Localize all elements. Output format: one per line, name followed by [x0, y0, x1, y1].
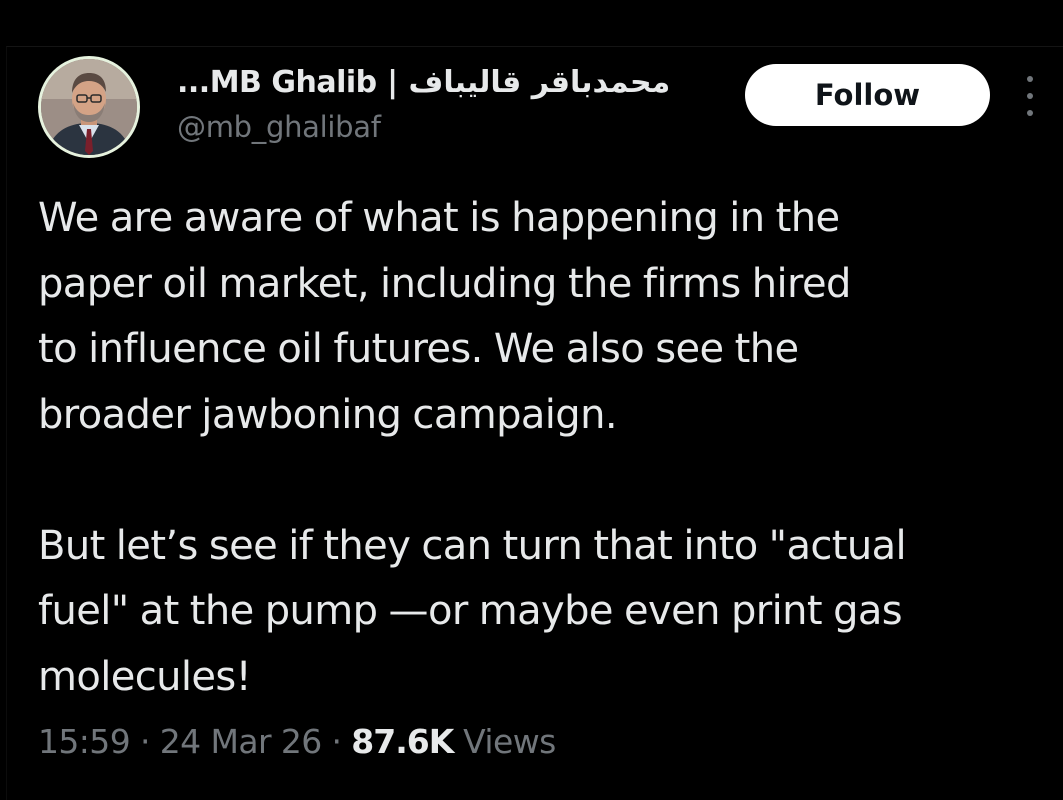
meta-separator: ·: [140, 722, 150, 761]
more-options-button[interactable]: [1018, 76, 1042, 116]
author-avatar[interactable]: [38, 56, 140, 158]
tweet-meta: 15:59 · 24 Mar 26 · 87.6K Views: [38, 722, 556, 761]
tweet-date[interactable]: 24 Mar 26: [160, 722, 322, 761]
views-label: Views: [463, 722, 556, 761]
profile-photo-icon: [41, 59, 137, 155]
author-display-name[interactable]: محمدباقر قالیباف | MB Ghalib...: [177, 65, 671, 100]
author-handle[interactable]: @mb_ghalibaf: [177, 110, 381, 144]
tweet-paragraph: We are aware of what is happening in the…: [38, 195, 851, 438]
tweet-time[interactable]: 15:59: [38, 722, 131, 761]
author-name-row[interactable]: محمدباقر قالیباف | MB Ghalib...: [177, 58, 671, 106]
meta-separator: ·: [331, 722, 342, 761]
tweet-text: We are aware of what is happening in the…: [38, 186, 1058, 710]
more-vertical-icon: [1027, 110, 1033, 116]
views-count[interactable]: 87.6K: [351, 722, 454, 761]
follow-button[interactable]: Follow: [745, 64, 990, 126]
tweet-paragraph: But let’s see if they can turn that into…: [38, 522, 907, 700]
more-vertical-icon: [1027, 76, 1033, 82]
more-vertical-icon: [1027, 93, 1033, 99]
